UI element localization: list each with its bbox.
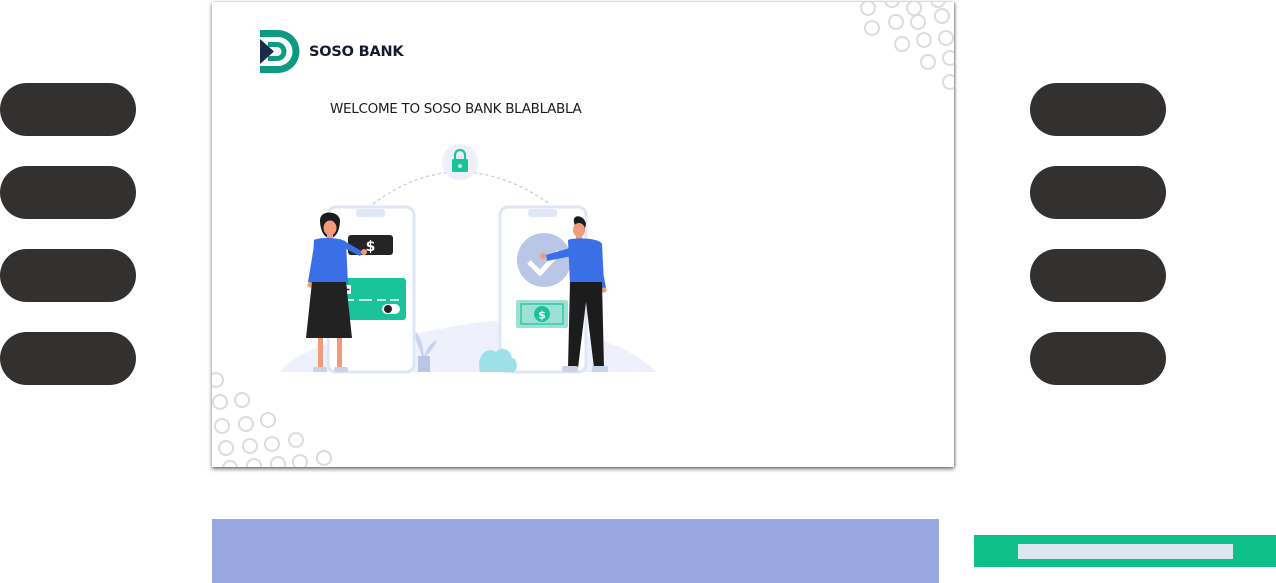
left-side-button-2[interactable] [0, 166, 136, 219]
right-side-button-2[interactable] [1030, 166, 1166, 219]
dots-pattern-bottom-left [212, 372, 332, 467]
brand-logo: SOSO BANK [258, 28, 404, 75]
left-side-button-4[interactable] [0, 332, 136, 385]
right-side-button-4[interactable] [1030, 332, 1166, 385]
svg-text:$: $ [538, 309, 546, 322]
svg-text:$: $ [366, 239, 376, 255]
right-side-button-1[interactable] [1030, 83, 1166, 136]
bottom-panel [212, 519, 939, 583]
checkmark-icon [517, 233, 571, 287]
payment-illustration: $ $ [280, 144, 656, 374]
welcome-heading: WELCOME TO SOSO BANK BLABLABLA [330, 101, 582, 117]
green-action-button[interactable] [974, 535, 1276, 567]
action-button-label-placeholder [1018, 544, 1233, 559]
left-side-button-1[interactable] [0, 83, 136, 136]
dots-pattern-top-right [860, 2, 954, 90]
left-side-button-3[interactable] [0, 249, 136, 302]
soso-bank-logo-icon [260, 30, 300, 73]
lock-icon [442, 144, 478, 180]
brand-name: SOSO BANK [309, 43, 404, 60]
right-side-button-3[interactable] [1030, 249, 1166, 302]
atm-screen: SOSO BANK WELCOME TO SOSO BANK BLABLABLA… [212, 2, 954, 467]
